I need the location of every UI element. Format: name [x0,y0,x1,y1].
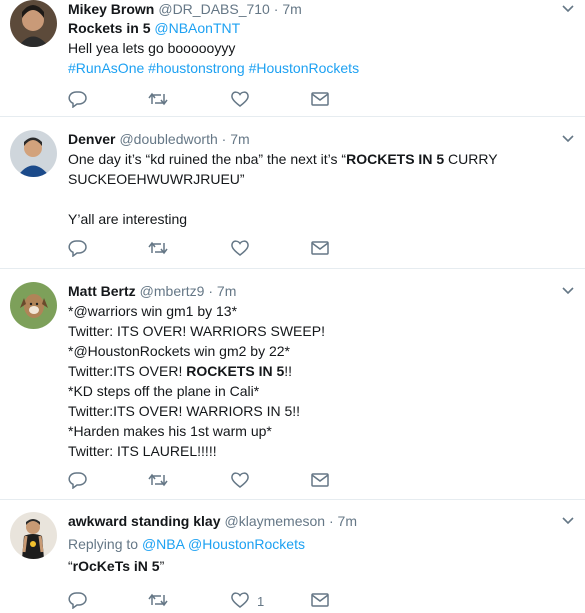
text-segment: rOcKeTs iN 5 [72,558,160,574]
text-line: Y’all are interesting [68,209,498,229]
tweet-text: “rOcKeTs iN 5” [68,556,164,576]
separator-dot: · [325,513,338,529]
avatar[interactable] [10,282,57,329]
reply-mentions[interactable]: @NBA @HoustonRockets [142,536,305,552]
replying-prefix: Replying to [68,536,139,552]
direct-message-icon[interactable] [310,471,330,489]
text-segment: ROCKETS IN 5 [346,151,445,167]
replying-to: Replying to @NBA @HoustonRockets [68,535,305,553]
tweet-header: Matt Bertz @mbertz9 · 7m [68,282,236,300]
chevron-down-icon[interactable] [561,516,575,526]
direct-message-icon[interactable] [310,90,330,108]
author-name[interactable]: Matt Bertz [68,283,136,299]
tweet-3[interactable]: Matt Bertz @mbertz9 · 7m *@warriors win g… [0,269,585,500]
reply-icon[interactable] [68,90,88,108]
text-line [68,189,498,209]
reply-icon[interactable] [68,239,88,257]
retweet-icon[interactable] [148,471,168,489]
text-segment: SUCKEOEHWUWRJRUEU” [68,171,245,187]
chevron-down-icon[interactable] [561,134,575,144]
text-segment: One day it’s “kd ruined the nba” the nex… [68,151,347,167]
like-icon[interactable] [230,591,250,609]
retweet-icon[interactable] [148,90,168,108]
tweet-text: *@warriors win gm1 by 13* Twitter: ITS O… [68,301,325,461]
author-handle[interactable]: @doubledworth [119,131,217,147]
tweet-header: Denver @doubledworth · 7m [68,130,250,148]
text-line: *@warriors win gm1 by 13* [68,301,325,321]
author-name[interactable]: awkward standing klay [68,513,221,529]
text-line: SUCKEOEHWUWRJRUEU” [68,169,498,189]
avatar[interactable] [10,0,57,47]
text-line: *KD steps off the plane in Cali* [68,381,325,401]
like-icon[interactable] [230,90,250,108]
text-segment: *@warriors win gm1 by 13* [68,303,238,319]
retweet-icon[interactable] [148,239,168,257]
separator-dot: · [217,131,231,147]
reply-icon[interactable] [68,471,88,489]
text-segment: Twitter:ITS OVER! [68,363,187,379]
retweet-icon[interactable] [148,591,168,609]
text-segment: Twitter: ITS OVER! WARRIORS SWEEP! [68,323,325,339]
text-segment: Twitter: ITS LAUREL!!!!! [68,443,217,459]
text-line: Twitter:ITS OVER! ROCKETS IN 5!! [68,361,325,381]
timestamp[interactable]: 7m [282,1,301,17]
direct-message-icon[interactable] [310,239,330,257]
tweet-2[interactable]: Denver @doubledworth · 7m One day it’s “k… [0,117,585,269]
text-segment: ” [159,558,165,574]
text-segment: *KD steps off the plane in Cali* [68,383,260,399]
tweet-header: Mikey Brown @DR_DABS_710 · 7m [68,0,302,18]
tweet-4[interactable]: awkward standing klay @klaymemeson · 7m R… [0,500,585,613]
text-line: Hell yea lets go boooooyyy [68,38,359,58]
mention-link[interactable]: @NBAonTNT [154,20,240,36]
text-line: Twitter: ITS LAUREL!!!!! [68,441,325,461]
chevron-down-icon[interactable] [561,4,575,14]
like-icon[interactable] [230,471,250,489]
text-line: “rOcKeTs iN 5” [68,556,164,576]
text-segment: *Harden makes his 1st warm up* [68,423,272,439]
timestamp[interactable]: 7m [338,513,357,529]
text-segment: *@HoustonRockets win gm2 by 22* [68,343,290,359]
text-segment: Hell yea lets go boooooyyy [68,40,236,56]
tweet-text: One day it’s “kd ruined the nba” the nex… [68,149,498,229]
like-count: 1 [257,594,265,609]
text-line: *@HoustonRockets win gm2 by 22* [68,341,325,361]
avatar[interactable] [10,512,57,559]
text-line: Twitter:ITS OVER! WARRIORS IN 5!! [68,401,325,421]
text-segment: Twitter:ITS OVER! WARRIORS IN 5!! [68,403,301,419]
text-line: *Harden makes his 1st warm up* [68,421,325,441]
text-segment: !! [284,363,293,379]
text-line: One day it’s “kd ruined the nba” the nex… [68,149,498,169]
author-name[interactable]: Denver [68,131,115,147]
text-segment: ROCKETS IN 5 [186,363,285,379]
author-name[interactable]: Mikey Brown [68,1,154,17]
text-segment: Y’all are interesting [68,211,188,227]
chevron-down-icon[interactable] [561,286,575,296]
reply-icon[interactable] [68,591,88,609]
tweet-1[interactable]: Mikey Brown @DR_DABS_710 · 7m Rockets in … [0,0,585,117]
separator-dot: · [204,283,217,299]
text-line: Rockets in 5 @NBAonTNT [68,18,359,38]
author-handle[interactable]: @DR_DABS_710 [158,1,270,17]
text-line: Twitter: ITS OVER! WARRIORS SWEEP! [68,321,325,341]
direct-message-icon[interactable] [310,591,330,609]
avatar[interactable] [10,130,57,177]
text-line: #RunAsOne #houstonstrong #HoustonRockets [68,58,359,78]
tweet-header: awkward standing klay @klaymemeson · 7m [68,512,357,530]
author-handle[interactable]: @mbertz9 [140,283,205,299]
author-handle[interactable]: @klaymemeson [225,513,326,529]
timestamp[interactable]: 7m [230,131,249,147]
timestamp[interactable]: 7m [217,283,236,299]
like-icon[interactable] [230,239,250,257]
tweet-text: Rockets in 5 @NBAonTNT Hell yea lets go … [68,18,359,78]
hashtag-links[interactable]: #RunAsOne #houstonstrong #HoustonRockets [68,60,359,76]
text-segment: CURRY [444,151,498,167]
text-segment: Rockets in 5 [68,20,155,36]
separator-dot: · [269,1,283,17]
